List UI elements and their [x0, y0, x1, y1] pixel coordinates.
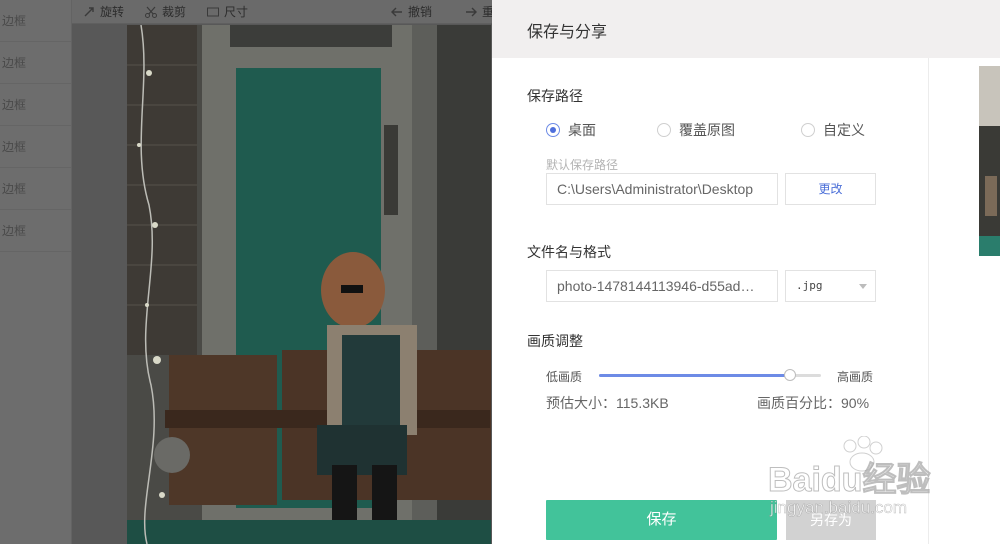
sidebar-item[interactable]: 边框 — [0, 84, 71, 126]
format-value: .jpg — [796, 279, 823, 292]
radio-overwrite[interactable]: 覆盖原图 — [657, 120, 735, 140]
dialog-title: 保存与分享 — [527, 24, 608, 41]
quality-slider[interactable] — [599, 369, 821, 381]
size-label: 尺寸 — [224, 5, 249, 19]
radio-overwrite-label: 覆盖原图 — [679, 122, 735, 138]
sidebar-item-label: 边框 — [2, 182, 27, 196]
arrow-left-icon — [391, 7, 402, 17]
low-quality-label: 低画质 — [546, 370, 583, 384]
change-path-button[interactable]: 更改 — [785, 173, 876, 205]
dialog-header: 保存与分享 — [492, 0, 1000, 58]
radio-dot — [801, 123, 815, 137]
radio-desktop[interactable]: 桌面 — [546, 120, 596, 140]
slider-thumb[interactable] — [783, 369, 796, 381]
sidebar-item[interactable]: 边框 — [0, 210, 71, 252]
edited-photo — [127, 25, 491, 544]
radio-custom-label: 自定义 — [823, 122, 865, 138]
sidebar-item-label: 边框 — [2, 14, 27, 28]
default-path-hint: 默认保存路径 — [546, 158, 619, 172]
save-as-button[interactable]: 另存为 — [786, 500, 876, 540]
save-share-dialog: 保存与分享 保存路径 桌面 覆盖原图 自定义 默认保存路径 C:\Users\A… — [492, 0, 1000, 544]
high-quality-label: 高画质 — [837, 370, 874, 384]
sidebar-item-label: 边框 — [2, 224, 27, 238]
sidebar-item[interactable]: 边框 — [0, 168, 71, 210]
radio-dot — [657, 123, 671, 137]
sidebar-item[interactable]: 边框 — [0, 42, 71, 84]
sidebar-item[interactable]: 边框 — [0, 126, 71, 168]
sidebar-item-label: 边框 — [2, 56, 27, 70]
crop-label: 裁剪 — [162, 5, 187, 19]
editor-toolbar: 旋转 裁剪 尺寸 撤销 重 — [72, 0, 494, 24]
rotate-label: 旋转 — [100, 5, 125, 19]
scissors-icon — [145, 6, 157, 18]
sidebar-item-label: 边框 — [2, 140, 27, 154]
size-button[interactable]: 尺寸 — [206, 0, 248, 24]
radio-custom[interactable]: 自定义 — [801, 120, 865, 140]
save-path-field[interactable]: C:\Users\Administrator\Desktop — [546, 173, 778, 205]
save-path-title: 保存路径 — [527, 88, 583, 104]
redo-button[interactable]: 重 — [464, 0, 494, 24]
sidebar-item-label: 边框 — [2, 98, 27, 112]
estimated-size: 预估大小：115.3KB — [546, 395, 669, 411]
slider-fill — [599, 374, 790, 377]
resize-icon — [207, 7, 219, 17]
file-section-title: 文件名与格式 — [527, 244, 611, 260]
format-select[interactable]: .jpg — [785, 270, 876, 302]
radio-desktop-label: 桌面 — [568, 122, 596, 138]
divider — [928, 58, 929, 544]
undo-label: 撤销 — [408, 5, 433, 19]
frame-list-sidebar: 边框 边框 边框 边框 边框 边框 — [0, 0, 72, 544]
quality-section-title: 画质调整 — [527, 333, 583, 349]
rotate-icon — [84, 7, 94, 17]
radio-dot — [546, 123, 560, 137]
undo-button[interactable]: 撤销 — [390, 0, 432, 24]
rotate-button[interactable]: 旋转 — [82, 0, 124, 24]
save-button[interactable]: 保存 — [546, 500, 777, 540]
crop-button[interactable]: 裁剪 — [144, 0, 186, 24]
arrow-right-icon — [466, 7, 477, 17]
preview-thumbnail — [979, 66, 1000, 256]
quality-percentage: 画质百分比：90% — [757, 395, 870, 411]
filename-field[interactable]: photo-1478144113946-d55ad… — [546, 270, 778, 302]
sidebar-item[interactable]: 边框 — [0, 0, 71, 42]
chevron-down-icon — [859, 284, 867, 289]
